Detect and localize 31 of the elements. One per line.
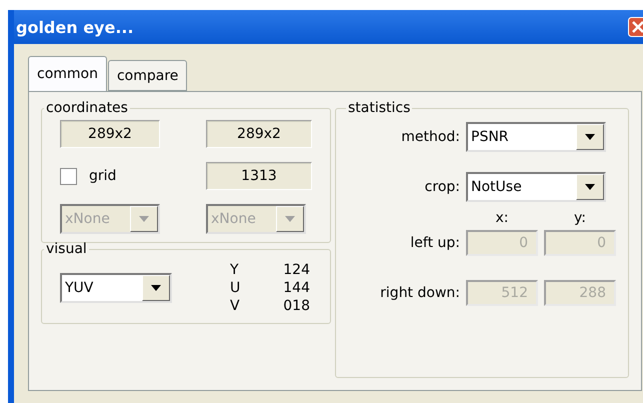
dropdown-arrow-icon [139, 216, 149, 222]
column-header: y: [573, 210, 587, 226]
group-title: visual [45, 241, 88, 257]
channel-value: 144 [282, 279, 310, 297]
channel-value: 018 [282, 297, 310, 315]
count-display: 1313 [206, 162, 312, 190]
close-icon[interactable] [628, 17, 643, 37]
grid-checkbox[interactable]: grid [60, 168, 160, 184]
tab[interactable]: compare [108, 60, 188, 91]
field-label: method: [400, 129, 460, 145]
coordinate-display: 289x2 [206, 120, 312, 148]
column-header: x: [494, 210, 510, 226]
dropdown[interactable]: NotUse [466, 172, 606, 202]
dropdown-arrow-icon [151, 285, 161, 291]
channel-value: 124 [282, 261, 310, 279]
field-label: crop: [424, 179, 460, 195]
dropdown[interactable]: PSNR [466, 122, 606, 152]
dropdown-arrow-icon [285, 216, 295, 222]
group-title: coordinates [45, 100, 129, 116]
channel-name: Y [230, 261, 240, 279]
coordinate-display: 289x2 [60, 120, 160, 148]
field-label: left up: [409, 235, 460, 251]
dropdown-arrow-icon [585, 134, 595, 140]
dropdown[interactable]: YUV [60, 273, 172, 303]
field-label: right down: [379, 285, 460, 301]
channel-name: U [230, 279, 242, 297]
tab[interactable]: common [28, 56, 107, 91]
channel-name: V [230, 297, 241, 315]
window-title: golden eye... [16, 18, 134, 36]
dropdown-arrow-icon [585, 184, 595, 190]
group-title: statistics [347, 100, 412, 116]
